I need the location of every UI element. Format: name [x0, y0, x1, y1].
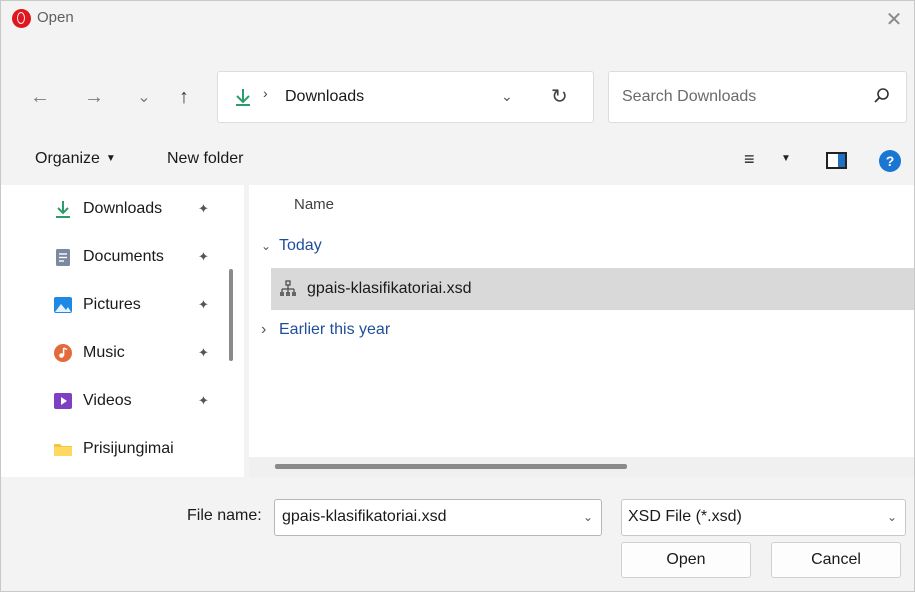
file-name-field[interactable]: gpais-klasifikatoriai.xsd ⌄	[274, 499, 602, 536]
address-bar[interactable]: › Downloads ⌄ ↻	[217, 71, 594, 123]
refresh-icon[interactable]: ↻	[551, 84, 568, 109]
up-button[interactable]: ↑	[167, 80, 201, 114]
pin-icon: ✦	[198, 249, 209, 264]
sidebar-item-music[interactable]: Music ✦	[53, 336, 223, 370]
back-button[interactable]: ←	[23, 80, 57, 114]
file-name-label: File name:	[187, 507, 262, 524]
search-icon	[874, 88, 889, 103]
group-label: Today	[279, 237, 322, 254]
chevron-right-icon: ›	[261, 321, 267, 338]
group-header-earlier-this-year[interactable]: › Earlier this year	[261, 321, 390, 339]
download-icon	[56, 201, 70, 218]
download-icon	[236, 89, 250, 106]
navigation-scrollbar[interactable]	[229, 269, 233, 361]
sidebar-item-label: Pictures	[83, 296, 141, 313]
xsd-file-icon	[280, 280, 296, 296]
music-icon	[54, 344, 72, 362]
sidebar-item-prisijungimai[interactable]: Prisijungimai	[53, 432, 223, 466]
navigation-row: ← → ⌄ ↑ › Downloads ⌄ ↻ Search Downloads	[1, 65, 914, 131]
search-input[interactable]: Search Downloads	[608, 71, 907, 123]
sidebar-item-label: Documents	[83, 248, 164, 265]
preview-pane-icon[interactable]	[826, 152, 847, 169]
view-options-caret-icon[interactable]: ▼	[781, 153, 791, 164]
command-toolbar: Organize ▼ New folder ≡ ▼ ?	[1, 139, 914, 183]
organize-caret-icon: ▼	[105, 153, 116, 164]
close-button[interactable]: ✕	[878, 3, 910, 35]
sidebar-item-label: Prisijungimai	[83, 440, 174, 457]
horizontal-scrollbar[interactable]	[249, 457, 914, 477]
sidebar-item-label: Music	[83, 344, 125, 361]
sidebar-item-documents[interactable]: Documents ✦	[53, 240, 223, 274]
sidebar-item-downloads[interactable]: Downloads ✦	[53, 192, 223, 226]
group-header-today[interactable]: ⌄ Today	[261, 237, 322, 255]
address-dropdown-icon[interactable]: ⌄	[501, 88, 513, 105]
forward-button[interactable]: →	[77, 80, 111, 114]
file-name: gpais-klasifikatoriai.xsd	[307, 280, 472, 297]
folder-icon	[54, 444, 72, 456]
recent-locations-button[interactable]: ⌄	[127, 80, 161, 114]
title-bar: Open ✕	[1, 1, 914, 37]
breadcrumb-downloads[interactable]: Downloads	[285, 88, 364, 106]
dialog-footer: File name: gpais-klasifikatoriai.xsd ⌄ X…	[1, 479, 914, 591]
pin-icon: ✦	[198, 345, 209, 360]
pin-icon: ✦	[198, 393, 209, 408]
navigation-pane: Downloads ✦ Documents ✦ Pictures ✦ Music…	[1, 185, 244, 477]
open-button[interactable]: Open	[621, 542, 751, 578]
chevron-down-icon: ⌄	[886, 510, 897, 524]
view-options-icon[interactable]: ≡	[744, 149, 755, 170]
sidebar-item-label: Downloads	[83, 200, 163, 217]
opera-logo-icon	[12, 9, 31, 28]
search-placeholder: Search Downloads	[622, 88, 757, 105]
file-type-value: XSD File (*.xsd)	[628, 508, 742, 525]
pin-icon: ✦	[198, 201, 209, 216]
file-row-selected[interactable]: gpais-klasifikatoriai.xsd	[271, 268, 914, 310]
column-header-name[interactable]: Name	[294, 196, 334, 213]
scrollbar-thumb[interactable]	[275, 464, 627, 469]
documents-icon	[56, 249, 70, 266]
chevron-down-icon[interactable]: ⌄	[583, 510, 593, 524]
new-folder-button[interactable]: New folder	[167, 150, 243, 168]
sidebar-item-videos[interactable]: Videos ✦	[53, 384, 223, 418]
file-name-value: gpais-klasifikatoriai.xsd	[282, 508, 447, 525]
window-title: Open	[37, 9, 74, 26]
help-icon[interactable]: ?	[879, 150, 901, 172]
open-file-dialog: Open ✕ ← → ⌄ ↑ › Downloads ⌄ ↻ Search Do…	[0, 0, 915, 592]
group-label: Earlier this year	[279, 321, 391, 338]
file-list: Name ⌄ Today gpais-klasifikatoriai.xsd ›…	[249, 185, 914, 477]
sidebar-item-pictures[interactable]: Pictures ✦	[53, 288, 223, 322]
sidebar-item-label: Videos	[83, 392, 132, 409]
pin-icon: ✦	[198, 297, 209, 312]
cancel-button[interactable]: Cancel	[771, 542, 901, 578]
organize-button[interactable]: Organize ▼	[35, 150, 116, 168]
file-type-select[interactable]: XSD File (*.xsd) ⌄	[621, 499, 906, 536]
breadcrumb-separator: ›	[263, 85, 268, 101]
videos-icon	[54, 393, 72, 409]
chevron-down-icon: ⌄	[261, 239, 272, 253]
organize-label: Organize	[35, 150, 100, 167]
pictures-icon	[54, 297, 72, 313]
